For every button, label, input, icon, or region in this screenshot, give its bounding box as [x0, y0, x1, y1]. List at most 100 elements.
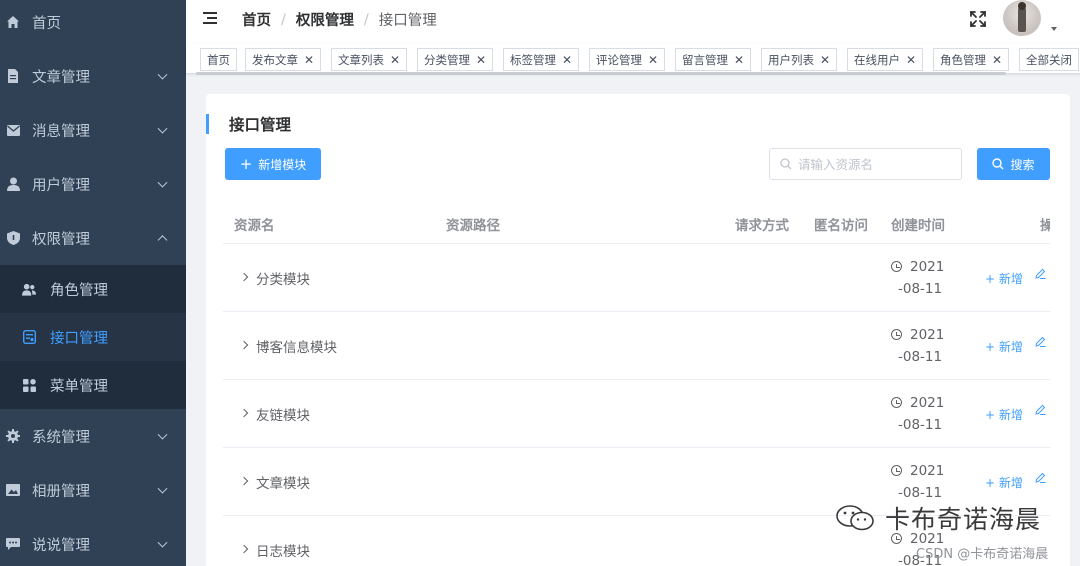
gear-icon — [6, 429, 20, 443]
tag-label: 用户列表 — [768, 52, 814, 67]
close-icon[interactable]: ✕ — [820, 53, 830, 67]
tag-label: 在线用户 — [854, 52, 900, 67]
add-button[interactable]: + 新增 — [985, 406, 1023, 423]
sidebar-item-articles[interactable]: 文章管理 — [0, 49, 186, 103]
sidebar-item-talks[interactable]: 说说管理 — [0, 517, 186, 566]
tag-label: 分类管理 — [424, 52, 470, 67]
tag-tags[interactable]: 标签管理 ✕ — [503, 48, 580, 71]
close-icon[interactable]: ✕ — [304, 53, 314, 67]
tag-label: 全部关闭 — [1026, 52, 1072, 67]
created-time: 2021 -08-11 — [891, 460, 951, 504]
sidebar-item-label: 系统管理 — [32, 429, 90, 446]
clock-icon — [891, 329, 902, 340]
clock-icon — [891, 261, 902, 272]
expand-icon[interactable] — [239, 340, 249, 350]
sidebar-item-label: 首页 — [32, 15, 61, 32]
tag-online-users[interactable]: 在线用户 ✕ — [847, 48, 924, 71]
created-time: 2021 -08-11 — [891, 324, 951, 368]
navbar: 首页 / 权限管理 / 接口管理 — [186, 0, 1080, 44]
sidebar-item-roles[interactable]: 角色管理 — [0, 265, 186, 313]
tag-roles[interactable]: 角色管理 ✕ — [933, 48, 1010, 71]
close-icon[interactable]: ✕ — [734, 53, 744, 67]
breadcrumb-current: 接口管理 — [378, 13, 437, 29]
edit-icon[interactable] — [1035, 268, 1046, 282]
chat-icon — [6, 537, 20, 551]
search-icon — [780, 158, 792, 170]
close-icon[interactable]: ✕ — [562, 53, 572, 67]
clock-icon — [891, 397, 902, 408]
sidebar-item-albums[interactable]: 相册管理 — [0, 463, 186, 517]
expand-icon[interactable] — [239, 544, 249, 554]
tag-article-list[interactable]: 文章列表 ✕ — [331, 48, 408, 71]
tag-messages[interactable]: 留言管理 ✕ — [675, 48, 752, 71]
tags-scrollbar[interactable] — [196, 72, 1006, 75]
edit-icon[interactable] — [1035, 336, 1046, 350]
sidebar-item-system[interactable]: 系统管理 — [0, 409, 186, 463]
menu-grid-icon — [22, 378, 36, 392]
api-icon — [22, 330, 36, 344]
add-button[interactable]: + 新增 — [985, 474, 1023, 491]
resource-name: 文章模块 — [256, 476, 310, 492]
tag-home[interactable]: 首页 — [200, 48, 237, 71]
sidebar-item-permissions[interactable]: 权限管理 — [0, 211, 186, 265]
tag-label: 留言管理 — [682, 52, 728, 67]
tag-category[interactable]: 分类管理 ✕ — [417, 48, 494, 71]
expand-icon[interactable] — [239, 272, 249, 282]
chevron-down-icon — [157, 69, 168, 80]
search-button-label: 搜索 — [1010, 157, 1035, 172]
created-time: 2021 -08-11 — [891, 256, 951, 300]
chevron-down-icon — [157, 537, 168, 548]
home-icon — [6, 15, 20, 29]
sidebar-item-home[interactable]: 首页 — [0, 0, 186, 49]
mail-icon — [6, 123, 20, 137]
fullscreen-icon[interactable] — [969, 10, 987, 28]
chevron-up-icon — [157, 235, 168, 246]
sidebar-item-label: 说说管理 — [32, 537, 90, 554]
close-icon[interactable]: ✕ — [390, 53, 400, 67]
chevron-down-icon — [157, 177, 168, 188]
hamburger-icon[interactable] — [203, 12, 217, 24]
close-icon[interactable]: ✕ — [992, 53, 1002, 67]
sidebar-item-users[interactable]: 用户管理 — [0, 157, 186, 211]
add-module-button[interactable]: + 新增模块 — [225, 148, 321, 180]
tag-comments[interactable]: 评论管理 ✕ — [589, 48, 666, 71]
add-module-label: 新增模块 — [258, 157, 307, 172]
avatar[interactable] — [1003, 0, 1041, 36]
close-icon[interactable]: ✕ — [906, 53, 916, 67]
close-icon[interactable]: ✕ — [648, 53, 658, 67]
chevron-down-icon — [157, 123, 168, 134]
sidebar-item-messages[interactable]: 消息管理 — [0, 103, 186, 157]
sidebar-item-api[interactable]: 接口管理 — [0, 313, 186, 361]
breadcrumb-home[interactable]: 首页 — [242, 9, 271, 30]
sidebar-item-label: 菜单管理 — [50, 378, 108, 395]
table-row: 博客信息模块 2021 -08-11 + 新增 — [223, 312, 1050, 380]
sidebar-item-menus[interactable]: 菜单管理 — [0, 361, 186, 409]
column-header: 创建时间 — [891, 218, 945, 234]
add-button[interactable]: + 新增 — [985, 270, 1023, 287]
search-button[interactable]: 搜索 — [977, 148, 1050, 180]
search-box[interactable] — [769, 148, 962, 180]
tag-label: 发布文章 — [252, 52, 298, 67]
resource-name: 日志模块 — [256, 544, 310, 560]
close-icon[interactable]: ✕ — [476, 53, 486, 67]
search-input[interactable] — [798, 156, 948, 172]
sidebar-item-label: 消息管理 — [32, 123, 90, 140]
edit-icon[interactable] — [1035, 404, 1046, 418]
add-button[interactable]: + 新增 — [985, 338, 1023, 355]
plus-icon: + — [239, 155, 253, 173]
caret-down-icon[interactable] — [1051, 27, 1057, 31]
breadcrumb-permissions[interactable]: 权限管理 — [296, 9, 354, 30]
sidebar-item-label: 角色管理 — [50, 282, 108, 299]
expand-icon[interactable] — [239, 408, 249, 418]
table-header: 资源名 资源路径 请求方式 匿名访问 创建时间 操作 — [223, 204, 1050, 244]
edit-icon[interactable] — [1035, 472, 1046, 486]
document-icon — [6, 69, 20, 83]
tag-close-all[interactable]: 全部关闭 — [1019, 48, 1079, 71]
chevron-down-icon — [157, 483, 168, 494]
tag-user-list[interactable]: 用户列表 ✕ — [761, 48, 838, 71]
expand-icon[interactable] — [239, 476, 249, 486]
column-header: 资源名 — [234, 218, 275, 234]
tag-label: 评论管理 — [596, 52, 642, 67]
csdn-watermark: CSDN @卡布奇诺海晨 — [916, 547, 1049, 562]
tag-publish-article[interactable]: 发布文章 ✕ — [245, 48, 322, 71]
